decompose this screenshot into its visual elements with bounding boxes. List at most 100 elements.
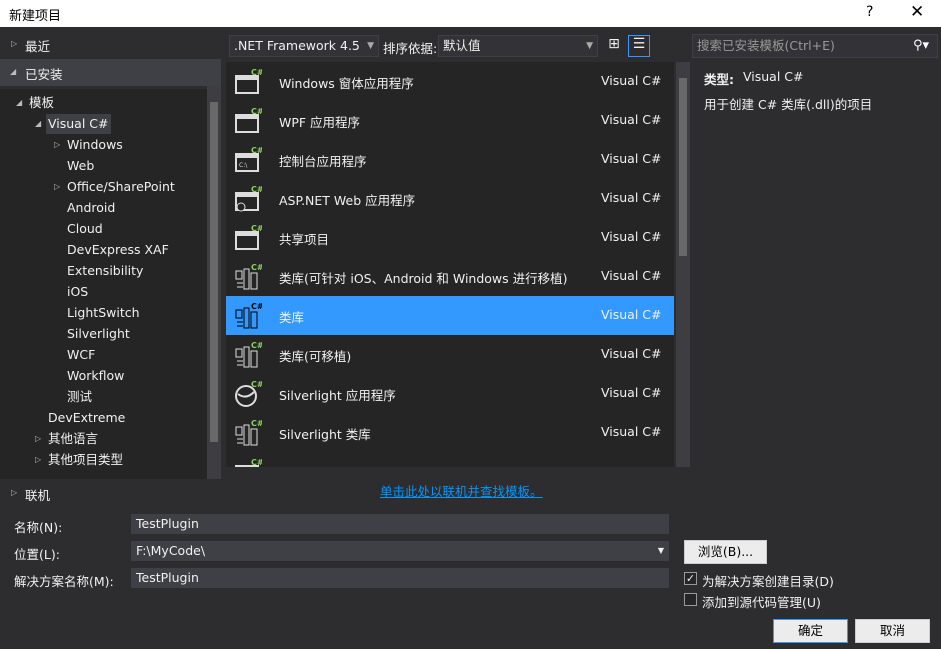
svg-text:C#: C# [251, 458, 262, 467]
template-row[interactable]: C# Silverlight 类库 Visual C# [226, 413, 674, 452]
template-row[interactable]: C# WPF 应用程序 Visual C# [226, 101, 674, 140]
chevron-down-icon[interactable]: ◢ [35, 119, 41, 128]
tree-item[interactable]: Workflow [67, 366, 124, 386]
chevron-right-icon[interactable]: ▷ [54, 182, 60, 191]
template-name: ASP.NET Web 应用程序 [279, 193, 416, 208]
tree-item-label: Office/SharePoint [67, 179, 175, 194]
template-language: Visual C# [601, 424, 662, 439]
tree-item-label: Android [67, 200, 116, 215]
title-bar: 新建项目 ? ✕ [0, 0, 941, 27]
location-combo[interactable]: F:\MyCode\ ▼ [131, 541, 669, 561]
tree-item-label: 其他项目类型 [48, 452, 124, 467]
tree-item[interactable]: LightSwitch [67, 303, 140, 323]
create-directory-checkbox[interactable]: ✓ [684, 572, 697, 585]
name-input[interactable]: TestPlugin [131, 514, 669, 534]
template-row[interactable]: C# Silverlight 应用程序 Visual C# [226, 374, 674, 413]
scrollbar-thumb[interactable] [210, 102, 218, 442]
tree-item[interactable]: Visual C# [46, 114, 111, 134]
solution-name-input[interactable]: TestPlugin [131, 568, 669, 588]
template-row[interactable]: C# 共享项目 Visual C# [226, 218, 674, 257]
tree-item[interactable]: Office/SharePoint [67, 177, 175, 197]
svg-text:C:\: C:\ [239, 162, 248, 169]
tree-item[interactable]: 测试 [67, 387, 92, 407]
tree-section-recent[interactable]: ▷ 最近 [0, 32, 221, 60]
tree-item-label: DevExtreme [48, 410, 126, 425]
tree-item[interactable]: WCF [67, 345, 95, 365]
silverlight-library-icon: C# [234, 419, 264, 447]
online-templates-link[interactable]: 单击此处以联机并查找模板。 [380, 481, 543, 500]
svg-text:C#: C# [251, 341, 262, 350]
template-language: Visual C# [601, 151, 662, 166]
svg-text:C#: C# [251, 185, 262, 194]
template-name: 控制台应用程序 [279, 154, 367, 169]
source-control-checkbox[interactable] [684, 593, 697, 606]
scrollbar-thumb[interactable] [679, 78, 687, 256]
list-view-button[interactable]: ☰ [628, 35, 650, 57]
tree-item[interactable]: DevExpress XAF [67, 240, 169, 260]
browse-button[interactable]: 浏览(B)... [684, 540, 767, 564]
tree-scrollbar[interactable] [207, 86, 221, 479]
template-name: 共享项目 [279, 232, 330, 247]
tree-item-label: 模板 [29, 95, 55, 110]
sort-dropdown[interactable]: 默认值 ▼ [438, 35, 598, 57]
framework-dropdown[interactable]: .NET Framework 4.5 ▼ [229, 35, 379, 57]
template-language: Visual C# [601, 307, 662, 322]
cancel-button[interactable]: 取消 [855, 619, 930, 643]
ok-button[interactable]: 确定 [773, 619, 848, 643]
tree-item[interactable]: DevExtreme [48, 408, 125, 428]
svg-text:C#: C# [251, 68, 262, 77]
svg-text:C#: C# [251, 302, 262, 311]
search-input[interactable]: 搜索已安装模板(Ctrl+E) ⚲▾ [692, 34, 938, 58]
template-row[interactable]: C:\C# 控制台应用程序 Visual C# [226, 140, 674, 179]
template-row[interactable]: C# Windows 窗体应用程序 Visual C# [226, 62, 674, 101]
tree-item-label: Workflow [67, 368, 125, 383]
template-row[interactable]: C# [226, 452, 674, 467]
svg-text:C#: C# [251, 419, 262, 428]
chevron-right-icon[interactable]: ▷ [35, 434, 41, 443]
tree-item-label: 测试 [67, 389, 93, 404]
shared-icon: C# [234, 224, 264, 252]
template-row[interactable]: C# ASP.NET Web 应用程序 Visual C# [226, 179, 674, 218]
svg-text:C#: C# [251, 146, 262, 155]
template-language: Visual C# [601, 268, 662, 283]
chevron-right-icon: ▷ [11, 39, 18, 48]
tree-item[interactable]: 其他项目类型 [48, 450, 123, 470]
grid-view-button[interactable]: ⊞ [604, 36, 624, 56]
tree-section-online[interactable]: ▷ 联机 [0, 481, 221, 509]
winforms-icon: C# [234, 68, 264, 96]
help-button[interactable]: ? [866, 4, 873, 20]
template-language: Visual C# [601, 73, 662, 88]
tree-item[interactable]: 其他语言 [48, 429, 98, 449]
tree-section-installed[interactable]: ◢ 已安装 [0, 59, 221, 86]
tree-item-label: Web [67, 158, 95, 173]
template-name: 类库(可移植) [279, 349, 352, 364]
template-name: Silverlight 类库 [279, 427, 371, 442]
template-list-scrollbar[interactable] [676, 62, 690, 467]
tree-item[interactable]: 模板 [29, 93, 54, 113]
grid-view-icon: ⊞ [608, 36, 620, 52]
svg-text:C#: C# [251, 107, 262, 116]
tree-item[interactable]: Web [67, 156, 94, 176]
chevron-right-icon[interactable]: ▷ [35, 455, 41, 464]
details-description: 用于创建 C# 类库(.dll)的项目 [704, 97, 873, 112]
chevron-right-icon[interactable]: ▷ [54, 140, 60, 149]
template-language: Visual C# [601, 229, 662, 244]
details-type-label: 类型: [704, 72, 734, 87]
search-icon[interactable]: ⚲▾ [913, 35, 929, 57]
chevron-down-icon: ▼ [657, 546, 664, 555]
template-row[interactable]: C# 类库(可针对 iOS、Android 和 Windows 进行移植) Visu… [226, 257, 674, 296]
chevron-down-icon: ▼ [586, 41, 593, 51]
close-button[interactable]: ✕ [910, 2, 924, 22]
chevron-down-icon[interactable]: ◢ [16, 98, 22, 107]
template-name: Windows 窗体应用程序 [279, 76, 414, 91]
window-title: 新建项目 [9, 9, 62, 24]
template-row[interactable]: C# 类库(可移植) Visual C# [226, 335, 674, 374]
tree-item[interactable]: Cloud [67, 219, 103, 239]
tree-item[interactable]: Silverlight [67, 324, 130, 344]
tree-item[interactable]: Extensibility [67, 261, 143, 281]
tree-item[interactable]: iOS [67, 282, 88, 302]
tree-item[interactable]: Android [67, 198, 115, 218]
template-name: WPF 应用程序 [279, 115, 361, 130]
tree-item[interactable]: Windows [67, 135, 123, 155]
template-row[interactable]: C# 类库 Visual C# [226, 296, 674, 335]
